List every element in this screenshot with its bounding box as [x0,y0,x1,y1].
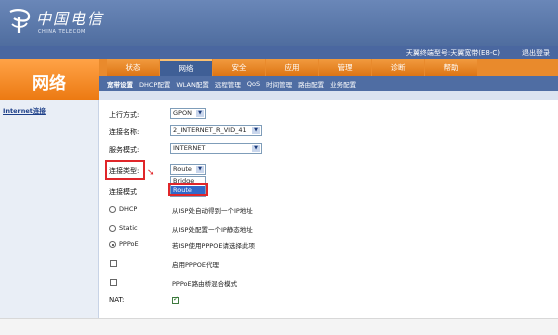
subnav-qos[interactable]: QoS [247,80,260,88]
conn-name-select[interactable]: 2_INTERNET_R_VID_41 ▼ [170,125,262,136]
top-header: 中国电信 CHINA TELECOM [0,0,558,46]
tab-security[interactable]: 安全 [213,59,265,76]
arrow-right-icon: ➘ [147,168,155,178]
static-radio-label: Static [119,224,138,232]
left-panel: Internet连接 [0,100,99,318]
subnav-wlan[interactable]: WLAN配置 [176,79,209,89]
main-nav: 状态 网络 安全 应用 管理 诊断 帮助 [99,59,558,76]
pppoe-proxy-checkbox[interactable] [110,260,117,267]
chevron-down-icon: ▼ [252,145,260,152]
pppoe-bridge-checkbox[interactable] [110,279,117,286]
chevron-down-icon: ▼ [252,127,260,134]
conn-name-value: 2_INTERNET_R_VID_41 [173,126,247,134]
conn-type-value: Route [173,165,192,173]
pppoe-radio[interactable] [109,241,116,248]
static-desc: 从ISP处配置一个IP静态地址 [172,226,253,234]
subnav-broadband[interactable]: 宽带设置 [107,79,133,89]
upstream-select[interactable]: GPON ▼ [170,108,206,119]
tab-management[interactable]: 管理 [319,59,371,76]
nat-label: NAT: [109,296,125,304]
dhcp-radio-label: DHCP [119,205,138,213]
pppoe-bridge-desc: PPPoE路由桥混合模式 [172,280,238,288]
sub-bar [99,91,558,100]
device-info: 天翼终端型号:天翼宽带(E8-C) [405,49,500,57]
service-mode-select[interactable]: INTERNET ▼ [170,143,262,154]
subnav-time[interactable]: 时间管理 [266,79,292,89]
upstream-value: GPON [173,109,192,117]
tab-network[interactable]: 网络 [160,59,212,76]
service-mode-value: INTERNET [173,144,206,152]
logout-link[interactable]: 退出登录 [522,48,550,58]
section-title: 网络 [32,74,66,94]
section-block: 网络 [0,59,99,100]
dhcp-radio[interactable] [109,206,116,213]
chevron-down-icon: ▼ [196,166,204,173]
dhcp-desc: 从ISP处自动得到一个IP地址 [172,207,253,215]
footer [0,318,558,335]
subnav-service[interactable]: 业务配置 [330,79,356,89]
conn-name-label: 连接名称: [109,128,140,136]
subnav-remote[interactable]: 远程管理 [215,79,241,89]
tab-help[interactable]: 帮助 [425,59,477,76]
static-radio[interactable] [109,225,116,232]
sub-nav: 宽带设置 DHCP配置 WLAN配置 远程管理 QoS 时间管理 路由配置 业务… [99,76,558,91]
service-mode-label: 服务模式: [109,146,140,154]
pppoe-proxy-desc: 启用PPPOE代理 [172,261,219,269]
conn-type-select[interactable]: Route ▼ [170,164,206,175]
internet-connection-link[interactable]: Internet连接 [3,105,46,115]
tab-status[interactable]: 状态 [107,59,159,76]
chevron-down-icon: ▼ [196,110,204,117]
pppoe-desc: 若ISP使用PPPOE请选择此项 [172,242,255,250]
route-option-highlight [168,183,208,196]
upstream-label: 上行方式: [109,111,140,119]
subnav-route[interactable]: 路由配置 [298,79,324,89]
subnav-dhcp[interactable]: DHCP配置 [139,79,170,89]
logo-cn-text: 中国电信 [36,10,105,28]
conn-type-label: 连接类型: [109,167,140,175]
nat-checkbox[interactable] [172,295,179,304]
wan-form: 上行方式: GPON ▼ 连接名称: 2_INTERNET_R_VID_41 ▼… [99,100,558,318]
telecom-logo-icon [9,9,31,33]
pppoe-radio-label: PPPoE [119,240,139,248]
info-bar: 天翼终端型号:天翼宽带(E8-C) 退出登录 [0,46,558,59]
tab-application[interactable]: 应用 [266,59,318,76]
logo-en-text: CHINA TELECOM [38,29,86,35]
china-telecom-logo: 中国电信 CHINA TELECOM [4,4,124,42]
conn-mode-label: 连接模式 [109,188,137,196]
tab-diagnostics[interactable]: 诊断 [372,59,424,76]
